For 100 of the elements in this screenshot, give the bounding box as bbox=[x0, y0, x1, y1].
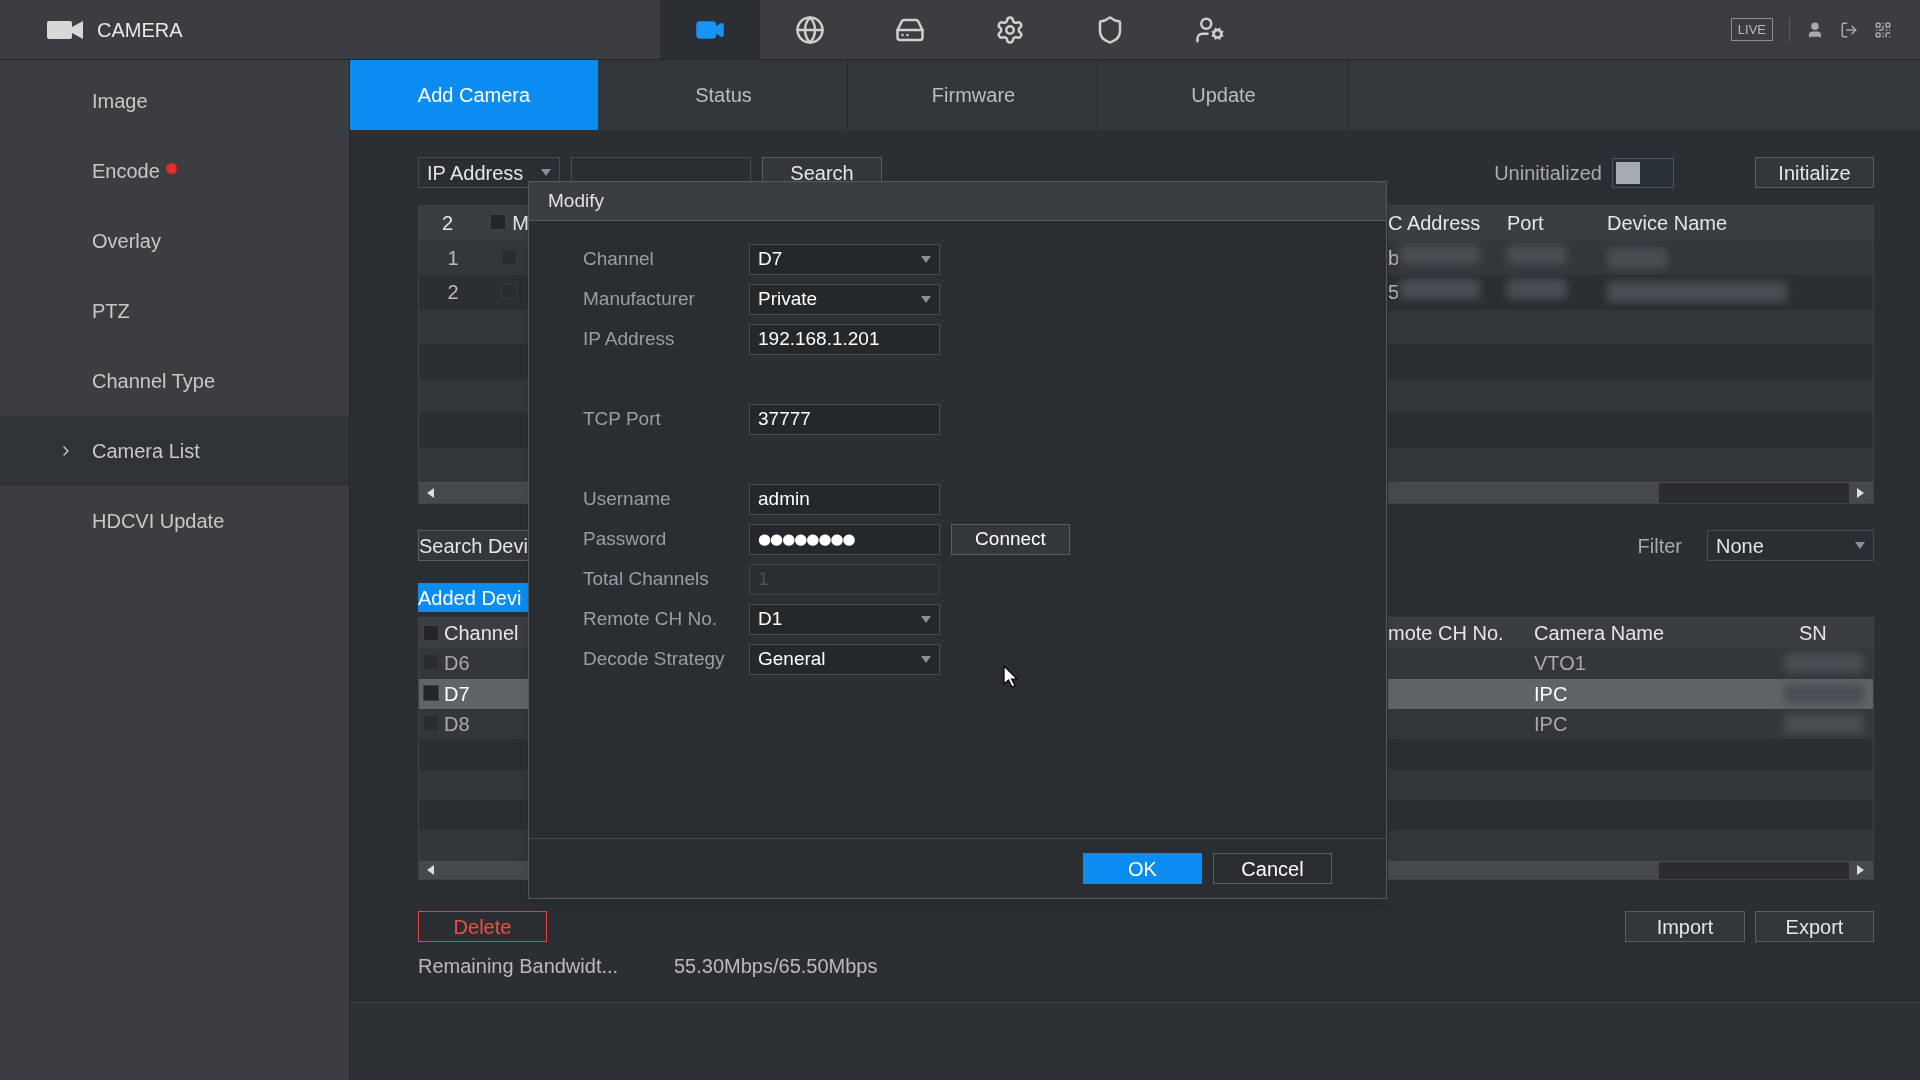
connect-button[interactable]: Connect bbox=[951, 524, 1070, 555]
password-field[interactable]: ●●●●●●●● bbox=[749, 524, 940, 555]
field-label: Manufacturer bbox=[583, 287, 696, 312]
globe-icon bbox=[795, 14, 825, 45]
type-select[interactable]: IP Address bbox=[418, 157, 560, 188]
camera-icon bbox=[47, 18, 83, 41]
app-title: CAMERA bbox=[97, 17, 183, 43]
scrollbar-track[interactable] bbox=[419, 482, 529, 503]
cursor-icon bbox=[1003, 665, 1019, 689]
table-row[interactable]: IPC bbox=[1388, 709, 1873, 740]
table-row[interactable] bbox=[419, 769, 529, 800]
column-header: C Address bbox=[1388, 211, 1482, 237]
table-cell-text: VTO1 bbox=[1534, 651, 1587, 677]
table-cell-text: b bbox=[1388, 245, 1398, 271]
table-row[interactable]: IPC bbox=[1388, 678, 1873, 709]
dropdown-icon bbox=[921, 256, 931, 263]
field-label: Total Channels bbox=[583, 567, 710, 592]
input-field[interactable]: admin bbox=[749, 484, 940, 515]
scrollbar-thumb[interactable] bbox=[1659, 483, 1849, 503]
column-header: mote CH No. bbox=[1388, 621, 1505, 647]
field-label: IP Address bbox=[583, 327, 676, 352]
export-button[interactable]: Export bbox=[1755, 911, 1874, 942]
dropdown-icon bbox=[1855, 542, 1865, 549]
qr-code-icon[interactable] bbox=[1874, 20, 1892, 39]
bandwidth-label: Remaining Bandwidt... bbox=[418, 954, 620, 979]
table-cell-text: 1 bbox=[446, 245, 460, 271]
checkbox[interactable] bbox=[423, 625, 439, 642]
sidebar-item[interactable]: Channel Type bbox=[0, 346, 349, 416]
table-row[interactable] bbox=[1388, 447, 1873, 483]
column-header: Channel bbox=[444, 621, 519, 647]
table-row[interactable] bbox=[1388, 378, 1873, 414]
dialog-title: Modify bbox=[548, 188, 604, 213]
added-devices-tab[interactable]: Added Devi bbox=[418, 583, 528, 612]
sidebar-item[interactable]: Image bbox=[0, 66, 349, 136]
nav-tab[interactable] bbox=[660, 0, 760, 59]
field-label: TCP Port bbox=[583, 407, 662, 432]
table-row[interactable]: VTO1 bbox=[1388, 648, 1873, 679]
uninitialized-label: Uninitialized bbox=[1494, 160, 1602, 186]
table-row[interactable]: D7 bbox=[419, 678, 529, 709]
import-button[interactable]: Import bbox=[1625, 911, 1745, 942]
sidebar-item[interactable]: Overlay bbox=[0, 206, 349, 276]
initialize-button[interactable]: Initialize bbox=[1755, 157, 1874, 188]
tab[interactable]: Add Camera bbox=[350, 60, 598, 130]
field-label: Password bbox=[583, 527, 668, 552]
column-header: SN bbox=[1799, 621, 1827, 647]
select-field[interactable]: General bbox=[749, 644, 940, 675]
select-field[interactable]: D7 bbox=[749, 244, 940, 275]
filter-label: Filter bbox=[1637, 533, 1682, 559]
dropdown-icon bbox=[921, 296, 931, 303]
table-row[interactable] bbox=[1388, 769, 1873, 800]
right-arrow-icon[interactable] bbox=[1857, 488, 1865, 499]
sidebar-item[interactable]: Camera List bbox=[0, 416, 349, 486]
right-arrow-icon[interactable] bbox=[1857, 865, 1865, 876]
dropdown-icon bbox=[921, 656, 931, 663]
field-label: Channel bbox=[583, 247, 655, 272]
uninitialized-toggle[interactable] bbox=[1612, 157, 1674, 188]
table-row[interactable]: 1 bbox=[419, 240, 529, 276]
bandwidth-value: 55.30Mbps/65.50Mbps bbox=[674, 954, 878, 979]
column-header: 2 bbox=[441, 211, 455, 237]
scrollbar-thumb[interactable] bbox=[1659, 861, 1849, 879]
left-arrow-icon[interactable] bbox=[427, 865, 435, 876]
select-field[interactable]: Private bbox=[749, 284, 940, 315]
ok-button[interactable]: OK bbox=[1083, 853, 1202, 884]
search-devices-button[interactable]: Search Devi bbox=[418, 530, 528, 561]
left-arrow-icon[interactable] bbox=[427, 488, 435, 499]
sidebar-item[interactable]: PTZ bbox=[0, 276, 349, 346]
field-label: Decode Strategy bbox=[583, 647, 726, 672]
dropdown-icon bbox=[921, 616, 931, 623]
checkbox[interactable] bbox=[490, 214, 507, 231]
field-label: Remote CH No. bbox=[583, 607, 719, 632]
table-cell-text: D6 bbox=[444, 651, 470, 677]
table-row[interactable] bbox=[419, 378, 529, 414]
select-field[interactable]: D1 bbox=[749, 604, 940, 635]
logout-icon[interactable] bbox=[1840, 20, 1858, 39]
scrollbar-track[interactable] bbox=[1388, 482, 1873, 503]
table-cell-text: D8 bbox=[444, 712, 470, 738]
dropdown-icon bbox=[541, 169, 551, 176]
delete-button[interactable]: Delete bbox=[418, 911, 547, 942]
column-header: M bbox=[512, 211, 529, 237]
sidebar-item[interactable]: Encode bbox=[0, 136, 349, 206]
table-row[interactable]: b bbox=[1388, 240, 1873, 276]
column-header: Port bbox=[1507, 211, 1545, 237]
input-field[interactable]: 37777 bbox=[749, 404, 940, 435]
filter-select[interactable]: None bbox=[1707, 530, 1874, 561]
table-row[interactable] bbox=[1388, 309, 1873, 345]
cancel-button[interactable]: Cancel bbox=[1213, 853, 1332, 884]
checkbox[interactable] bbox=[423, 684, 439, 701]
live-button[interactable]: LIVE bbox=[1730, 17, 1773, 42]
table-cell-text: IPC bbox=[1534, 712, 1569, 738]
sidebar-item[interactable]: HDCVI Update bbox=[0, 486, 349, 556]
table-cell-text: D7 bbox=[444, 681, 470, 707]
gear-icon bbox=[995, 14, 1025, 45]
table-row[interactable]: D6 bbox=[419, 648, 529, 679]
table-row[interactable]: D8 bbox=[419, 709, 529, 740]
table-row[interactable] bbox=[419, 309, 529, 345]
input-field[interactable]: 192.168.1.201 bbox=[749, 324, 940, 355]
table-cell-text: 2 bbox=[446, 280, 460, 306]
user-icon[interactable] bbox=[1806, 20, 1824, 39]
column-header: Device Name bbox=[1607, 211, 1728, 237]
table-row[interactable] bbox=[419, 447, 529, 483]
